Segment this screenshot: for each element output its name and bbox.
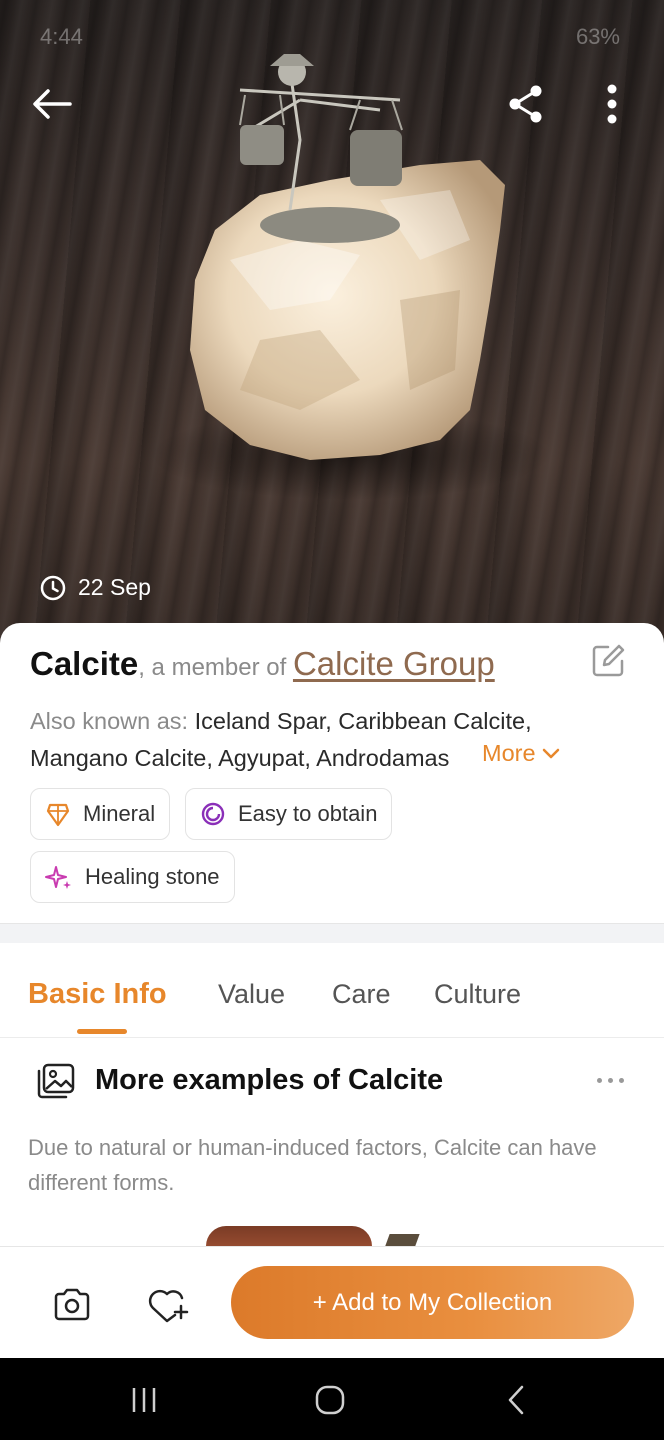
favorite-button[interactable] xyxy=(148,1285,198,1331)
specimen-name: Calcite xyxy=(30,645,139,682)
dot xyxy=(618,1077,624,1083)
section-divider xyxy=(0,923,664,943)
capture-date-text: 22 Sep xyxy=(78,574,151,600)
specimen-photo: 4:44 63% 22 Sep xyxy=(0,0,664,660)
share-icon xyxy=(509,85,542,123)
edit-button[interactable] xyxy=(590,643,630,683)
chip-mineral[interactable]: Mineral xyxy=(30,788,171,840)
sparkles-icon xyxy=(45,866,71,889)
dot xyxy=(607,1077,613,1083)
status-time: 4:44 xyxy=(40,24,83,49)
specimen-title: Calcite, a member of Calcite Group xyxy=(30,645,590,683)
gallery-icon xyxy=(37,1063,75,1099)
arrow-left-icon xyxy=(33,89,72,119)
active-tab-indicator xyxy=(77,1029,127,1034)
chip-healing-stone[interactable]: Healing stone xyxy=(30,851,235,903)
example-thumbnail[interactable] xyxy=(382,1234,420,1246)
detail-tabs: Basic Info Value Care Culture xyxy=(0,943,664,1038)
aka-more-label: More xyxy=(482,740,536,766)
horizontal-dots-icon xyxy=(596,1077,602,1083)
chip-mineral-label: Mineral xyxy=(83,801,156,826)
tab-care[interactable]: Care xyxy=(332,979,391,1010)
capture-date: 22 Sep xyxy=(40,574,151,601)
system-back-button[interactable] xyxy=(500,1380,532,1420)
section-title: More examples of Calcite xyxy=(95,1064,444,1096)
recent-apps-icon xyxy=(132,1388,156,1412)
camera-button[interactable] xyxy=(52,1287,102,1331)
add-to-collection-button[interactable]: + Add to My Collection xyxy=(231,1266,634,1339)
section-more-button[interactable] xyxy=(590,1068,630,1092)
aka-label: Also known as: xyxy=(30,708,195,734)
more-options-button[interactable] xyxy=(580,72,644,136)
tab-basic-info[interactable]: Basic Info xyxy=(28,978,167,1011)
aka-more-button[interactable]: More xyxy=(480,740,560,767)
group-link[interactable]: Calcite Group xyxy=(293,645,495,682)
circle-arc-icon xyxy=(201,802,225,826)
example-thumbnail[interactable] xyxy=(206,1226,372,1246)
heart-plus-icon xyxy=(148,1289,189,1323)
chevron-left-icon xyxy=(508,1385,524,1415)
member-of-text: , a member of xyxy=(138,654,293,681)
status-bar: 4:44 63% xyxy=(0,24,664,54)
section-description: Due to natural or human-induced factors,… xyxy=(28,1135,597,1195)
bottom-action-bar: + Add to My Collection xyxy=(0,1246,664,1358)
tab-value[interactable]: Value xyxy=(218,979,285,1010)
chevron-down-icon xyxy=(542,748,559,758)
chip-easy-to-obtain-label: Easy to obtain xyxy=(238,801,378,826)
vertical-dots-icon xyxy=(607,84,617,124)
recent-apps-button[interactable] xyxy=(128,1380,160,1420)
calcite-specimen-image xyxy=(150,54,550,500)
tab-culture[interactable]: Culture xyxy=(434,979,521,1010)
system-navigation-bar xyxy=(0,1358,664,1440)
back-button[interactable] xyxy=(20,72,84,136)
camera-icon xyxy=(54,1288,90,1321)
specimen-summary-card: Calcite, a member of Calcite Group Also … xyxy=(0,623,664,923)
home-button[interactable] xyxy=(310,1380,350,1420)
chip-healing-stone-label: Healing stone xyxy=(85,864,220,889)
edit-icon xyxy=(592,644,625,677)
home-icon xyxy=(315,1385,345,1415)
gem-shield-icon xyxy=(46,803,70,827)
aka-names-line-1: Iceland Spar, Caribbean Calcite, xyxy=(194,708,532,734)
more-examples-section: More examples of Calcite Due to natural … xyxy=(0,1038,664,1246)
clock-icon xyxy=(40,575,66,600)
status-battery: 63% xyxy=(575,24,620,49)
chip-easy-to-obtain[interactable]: Easy to obtain xyxy=(185,788,393,840)
share-button[interactable] xyxy=(494,72,558,136)
